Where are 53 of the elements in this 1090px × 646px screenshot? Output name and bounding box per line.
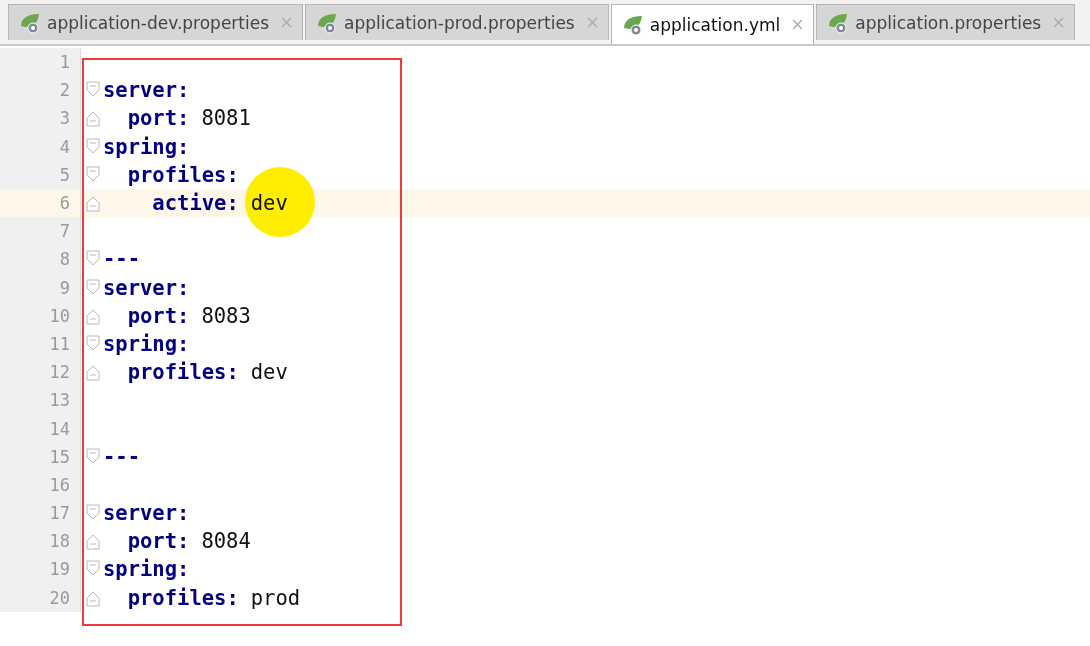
line-number: 17 [49, 503, 70, 524]
line-number: 16 [49, 474, 70, 495]
line-number: 7 [59, 221, 70, 242]
line-number: 19 [49, 559, 70, 580]
editor-tab[interactable]: application.yml [610, 4, 815, 44]
yaml-key: port: [103, 303, 190, 328]
line-number: 9 [59, 277, 70, 298]
line-number: 14 [49, 418, 70, 439]
yaml-value: prod [250, 585, 301, 610]
line-number: 10 [49, 305, 70, 326]
yaml-key: spring: [103, 557, 190, 582]
yaml-key: server: [103, 501, 190, 526]
yaml-value: 8081 [201, 106, 251, 131]
line-number: 3 [59, 108, 70, 129]
close-icon[interactable] [792, 19, 804, 30]
yaml-key: --- [103, 444, 141, 469]
line-number: 20 [49, 587, 70, 608]
line-number: 2 [59, 80, 70, 101]
yaml-key: port: [103, 529, 190, 554]
close-icon[interactable] [281, 17, 293, 28]
leaf-gear-icon [316, 11, 339, 34]
yaml-key: profiles: [103, 360, 239, 385]
yaml-key: server: [103, 78, 190, 103]
leaf-gear-icon [19, 11, 41, 34]
yaml-key: server: [103, 275, 190, 300]
line-number: 13 [49, 390, 70, 411]
yaml-key: --- [103, 247, 141, 272]
yaml-value: 8084 [201, 529, 251, 554]
line-number: 11 [49, 333, 70, 354]
yaml-key: profiles: [103, 162, 239, 187]
line-number: 8 [59, 249, 70, 270]
yaml-value: 8083 [201, 303, 251, 328]
yaml-key: active: [103, 191, 239, 216]
yaml-value: dev [250, 360, 288, 385]
yaml-key: spring: [103, 134, 190, 159]
editor-tab[interactable]: application.properties [816, 4, 1076, 40]
line-number: 15 [49, 446, 70, 467]
line-number: 5 [59, 164, 70, 185]
close-icon[interactable] [586, 17, 598, 28]
yaml-key: port: [103, 106, 190, 131]
leaf-gear-icon [827, 11, 850, 34]
editor-tab[interactable]: application-dev.properties [8, 4, 304, 40]
yaml-value: dev [250, 191, 288, 216]
leaf-gear-icon [621, 13, 644, 36]
editor-tab[interactable]: application-prod.properties [305, 4, 609, 40]
line-number: 4 [59, 136, 70, 157]
line-number: 1 [59, 52, 70, 73]
close-icon[interactable] [1053, 17, 1065, 28]
line-number: 6 [59, 193, 70, 214]
line-number: 12 [49, 362, 70, 383]
line-number: 18 [49, 531, 70, 552]
yaml-key: profiles: [103, 585, 239, 610]
yaml-key: spring: [103, 331, 190, 356]
